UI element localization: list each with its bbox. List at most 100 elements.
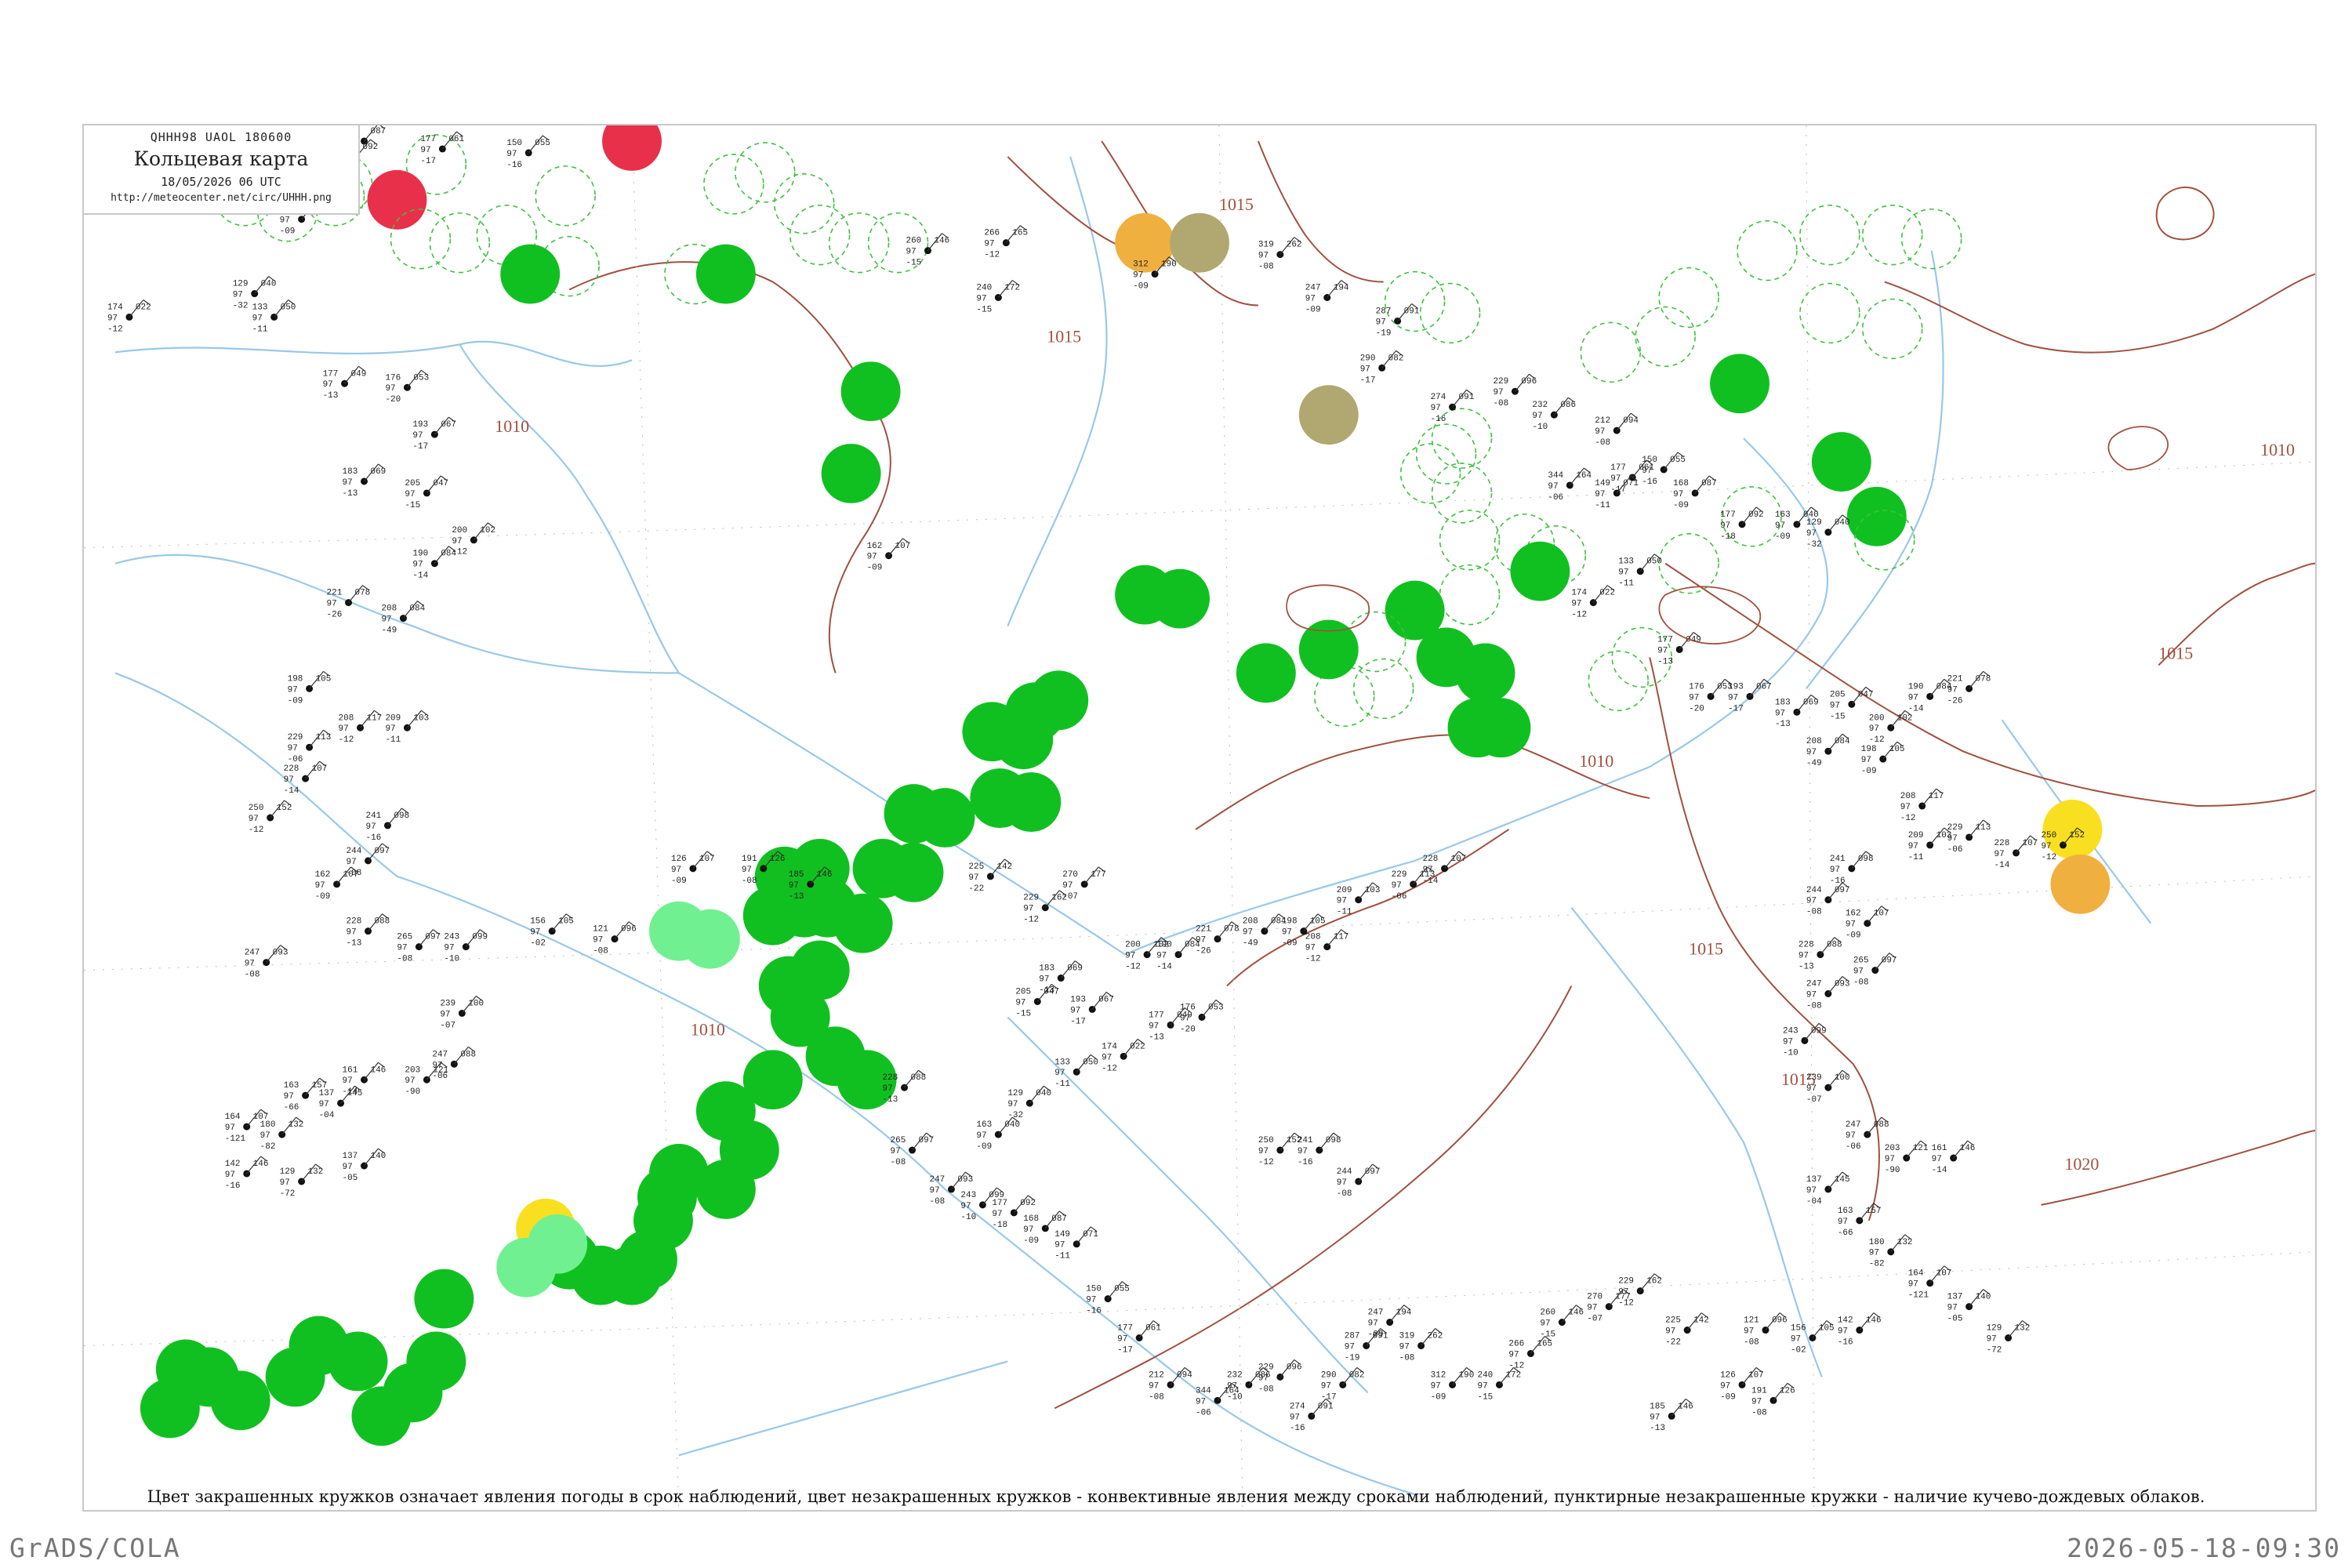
station-pressure: 229 [288, 733, 303, 742]
station-visibility: 97 [347, 858, 357, 867]
station-pressure: 228 [1423, 855, 1439, 864]
station-dewpoint: -08 [1806, 908, 1822, 917]
station-dewpoint: -07 [440, 1021, 456, 1030]
station-visibility: 97 [1806, 529, 1817, 539]
station-pressure: 156 [1791, 1324, 1806, 1334]
station-visibility: 97 [1399, 1342, 1410, 1352]
station-pressure: 126 [671, 855, 687, 864]
station-pressure: 247 [1368, 1308, 1384, 1318]
station-pressure: 126 [1720, 1370, 1736, 1380]
station-pressure: 177 [1720, 510, 1736, 520]
weather-circle [1416, 627, 1476, 688]
station-dewpoint: -15 [1015, 1009, 1031, 1018]
station-dewpoint: -19 [1376, 328, 1392, 338]
station-dewpoint: -09 [1431, 1392, 1446, 1402]
station-pressure: 177 [420, 135, 436, 144]
station-dewpoint: -16 [365, 833, 381, 843]
cb-cloud-circle [1384, 270, 1446, 332]
station-visibility: 97 [323, 380, 333, 390]
station-pressure: 229 [1493, 377, 1508, 387]
isobar-label: 1015 [1689, 939, 1723, 959]
station-visibility: 97 [1610, 474, 1621, 484]
station-visibility: 97 [1532, 412, 1542, 421]
generation-timestamp: 2026-05-18-09:30 [2067, 1533, 2341, 1563]
station-visibility: 97 [319, 1100, 329, 1109]
station-visibility: 97 [2041, 842, 2051, 851]
station-visibility: 97 [1258, 1147, 1269, 1156]
station-pressure: 344 [1196, 1386, 1211, 1396]
weather-circle [414, 1269, 474, 1329]
station-pressure: 228 [347, 917, 362, 927]
station-pressure: 209 [1337, 886, 1352, 895]
station-pressure: 150 [506, 139, 522, 148]
station-pressure: 164 [225, 1112, 241, 1122]
station-pressure: 274 [1431, 393, 1446, 402]
station-visibility: 97 [280, 216, 290, 226]
station-pressure: 177 [1117, 1324, 1133, 1334]
station-dewpoint: -19 [1345, 1353, 1360, 1363]
station-pressure: 200 [1869, 713, 1885, 723]
station-dewpoint: -17 [1070, 1017, 1086, 1026]
station-pressure: 344 [1548, 471, 1563, 481]
station-visibility: 97 [1478, 1381, 1488, 1391]
station-visibility: 97 [1102, 1053, 1112, 1062]
station-dewpoint: -09 [1305, 305, 1321, 314]
station-dewpoint: -09 [1282, 939, 1298, 949]
station-dewpoint: -08 [929, 1197, 945, 1207]
isobars [568, 140, 2315, 1410]
station-pressure: 177 [1149, 1011, 1164, 1020]
weather-circle [821, 444, 881, 503]
station-dewpoint: -09 [1720, 1392, 1736, 1402]
station-dewpoint: -08 [1149, 1392, 1164, 1402]
station-dewpoint: -10 [960, 1213, 976, 1222]
station-dewpoint: -07 [1587, 1315, 1602, 1324]
station-dewpoint: -16 [1830, 877, 1846, 886]
station-visibility: 97 [1337, 897, 1347, 906]
station-dewpoint: -08 [1806, 1001, 1822, 1011]
station-pressure: 247 [1305, 284, 1321, 293]
cb-cloud-circle [535, 165, 596, 227]
weather-circle [2042, 800, 2103, 859]
station-visibility: 97 [929, 1186, 939, 1196]
station-pressure: 176 [1180, 1003, 1196, 1012]
weather-circle [1811, 432, 1871, 492]
source-url[interactable]: http://meteocenter.net/circ/UHHH.png [84, 192, 358, 204]
station-pressure: 164 [1908, 1269, 1924, 1279]
station-dewpoint: -16 [506, 161, 522, 170]
isobar-label: 1020 [2064, 1154, 2099, 1174]
station-dewpoint: -08 [1751, 1408, 1767, 1417]
station-dewpoint: -11 [252, 325, 268, 334]
station-visibility: 97 [1508, 1350, 1519, 1359]
station-visibility: 97 [260, 1131, 270, 1141]
station-dewpoint: -12 [2041, 853, 2056, 862]
station-visibility: 97 [1493, 388, 1503, 397]
station-pressure: 243 [960, 1191, 976, 1200]
station-pressure: 177 [323, 369, 339, 379]
station-dewpoint: -22 [1665, 1338, 1681, 1347]
cb-cloud-circle [390, 208, 452, 270]
station-visibility: 97 [1305, 944, 1316, 953]
station-visibility: 97 [1196, 936, 1206, 946]
station-visibility: 97 [789, 881, 799, 891]
station-pressure: 156 [530, 917, 546, 927]
station-visibility: 97 [1196, 1397, 1206, 1406]
station-dewpoint: -08 [1744, 1338, 1759, 1347]
station-visibility: 97 [347, 928, 357, 938]
station-dewpoint: -12 [1900, 814, 1916, 823]
station-pressure: 129 [1007, 1089, 1023, 1098]
station-visibility: 97 [1023, 1225, 1033, 1235]
station-visibility: 97 [1775, 521, 1785, 531]
station-dewpoint: -09 [280, 227, 296, 237]
station-pressure: 161 [1932, 1144, 1947, 1153]
station-visibility: 97 [593, 936, 603, 946]
station-dewpoint: -04 [319, 1111, 335, 1120]
station-visibility: 97 [440, 1010, 450, 1019]
station-pressure: 229 [1023, 894, 1039, 903]
station-visibility: 97 [960, 1202, 971, 1211]
station-pressure: 221 [1947, 674, 1963, 684]
cb-cloud-circle [1580, 321, 1642, 383]
station-dewpoint: -17 [1728, 704, 1744, 713]
station-visibility: 97 [1007, 1100, 1018, 1109]
isobar-label: 1015 [1219, 194, 1254, 214]
station-dewpoint: -17 [1117, 1345, 1133, 1355]
